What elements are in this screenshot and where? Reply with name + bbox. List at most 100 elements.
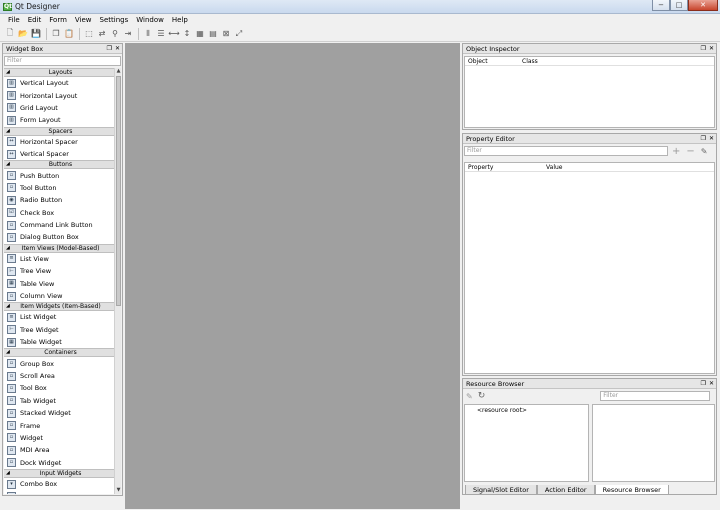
widget-item-column-view[interactable]: ▫ Column View [4, 290, 117, 302]
widget-category-layouts[interactable]: ◢ Layouts [4, 68, 117, 77]
close-icon[interactable]: ✕ [709, 44, 714, 54]
resource-root-item[interactable]: <resource root> [477, 407, 527, 414]
col-property[interactable]: Property [465, 163, 543, 171]
widget-item-command-link-button[interactable]: ▫ Command Link Button [4, 219, 117, 231]
widget-item-list-widget[interactable]: ≡ List Widget [4, 311, 117, 323]
widget-category-spacers[interactable]: ◢ Spacers [4, 126, 117, 136]
widget-item-form-layout[interactable]: ▥ Form Layout [4, 114, 117, 126]
layout-vertical-icon[interactable]: ☰ [155, 28, 167, 40]
widget-item-vertical-spacer[interactable]: ↔ Vertical Spacer [4, 148, 117, 160]
widget-item-scroll-area[interactable]: ▫ Scroll Area [4, 370, 117, 382]
float-icon[interactable]: ❐ [701, 134, 706, 144]
property-filter-input[interactable]: Filter [464, 146, 668, 156]
menu-settings[interactable]: Settings [96, 14, 133, 26]
close-button[interactable]: ✕ [688, 0, 718, 11]
collapse-arrow-icon[interactable]: ◢ [6, 128, 10, 135]
widget-item-push-button[interactable]: ▫ Push Button [4, 169, 117, 181]
widget-item-tree-view[interactable]: ⊢ Tree View [4, 265, 117, 277]
menu-view[interactable]: View [71, 14, 96, 26]
maximize-button[interactable]: □ [670, 0, 688, 11]
float-icon[interactable]: ❐ [701, 44, 706, 54]
collapse-arrow-icon[interactable]: ◢ [6, 245, 10, 252]
widget-item-tree-widget[interactable]: ⊢ Tree Widget [4, 324, 117, 336]
widget-item-combo-box[interactable]: ▾ Combo Box [4, 478, 117, 490]
resource-tree[interactable]: <resource root> [464, 404, 590, 482]
collapse-arrow-icon[interactable]: ◢ [6, 349, 10, 356]
open-form-icon[interactable]: 📂 [17, 28, 29, 40]
float-icon[interactable]: ❐ [701, 379, 706, 389]
layout-form-icon[interactable]: ▤ [207, 28, 219, 40]
edit-widgets-icon[interactable]: ⬚ [83, 28, 95, 40]
widget-box-filter-input[interactable]: Filter [4, 56, 121, 66]
widget-item-tab-widget[interactable]: ▫ Tab Widget [4, 395, 117, 407]
break-layout-icon[interactable]: ⊠ [220, 28, 232, 40]
mdi-central-area[interactable] [125, 43, 460, 509]
widget-item-horizontal-spacer[interactable]: ↔ Horizontal Spacer [4, 136, 117, 148]
widget-item-check-box[interactable]: ☑ Check Box [4, 207, 117, 219]
widget-category-containers[interactable]: ◢ Containers [4, 348, 117, 358]
configure-icon[interactable]: ✎ [701, 147, 708, 156]
widget-category-input-widgets[interactable]: ◢ Input Widgets [4, 468, 117, 478]
widget-item-list-view[interactable]: ≡ List View [4, 253, 117, 265]
adjust-size-icon[interactable]: ⤢ [233, 28, 245, 40]
edit-resources-icon[interactable]: ✎ [466, 392, 473, 401]
close-icon[interactable]: ✕ [115, 44, 120, 54]
new-form-icon[interactable]: 🗋 [4, 28, 16, 40]
menu-edit[interactable]: Edit [24, 14, 46, 26]
widget-item-stacked-widget[interactable]: ▫ Stacked Widget [4, 407, 117, 419]
add-property-icon[interactable]: + [672, 146, 680, 157]
object-inspector-tree[interactable]: Object Class [464, 56, 715, 128]
close-icon[interactable]: ✕ [709, 379, 714, 389]
collapse-arrow-icon[interactable]: ◢ [6, 69, 10, 76]
widget-item-radio-button[interactable]: ◉ Radio Button [4, 194, 117, 206]
widget-category-item-widgets-item-based[interactable]: ◢ Item Widgets (Item-Based) [4, 302, 117, 312]
collapse-arrow-icon[interactable]: ◢ [6, 303, 10, 310]
remove-property-icon[interactable]: − [686, 146, 694, 157]
edit-buddies-icon[interactable]: ⚲ [109, 28, 121, 40]
widget-item-vertical-layout[interactable]: ▥ Vertical Layout [4, 77, 117, 89]
widget-item-tool-button[interactable]: ▫ Tool Button [4, 182, 117, 194]
widget-item-table-widget[interactable]: ▦ Table Widget [4, 336, 117, 348]
paste-icon[interactable]: 📋 [63, 28, 75, 40]
widget-item-widget[interactable]: ▫ Widget [4, 432, 117, 444]
close-icon[interactable]: ✕ [709, 134, 714, 144]
property-table[interactable]: Property Value [464, 162, 715, 374]
widget-item-font-combo-box[interactable]: ▾ Font Combo Box [4, 490, 117, 494]
col-class[interactable]: Class [519, 57, 538, 65]
widget-category-item-views-model-based[interactable]: ◢ Item Views (Model-Based) [4, 243, 117, 253]
widget-item-table-view[interactable]: ▦ Table View [4, 277, 117, 289]
scroll-thumb[interactable] [116, 76, 121, 306]
layout-horizontal-splitter-icon[interactable]: ⟷ [168, 28, 180, 40]
copy-icon[interactable]: ❐ [50, 28, 62, 40]
widget-item-dialog-button-box[interactable]: ▫ Dialog Button Box [4, 231, 117, 243]
menu-window[interactable]: Window [132, 14, 168, 26]
widget-item-grid-layout[interactable]: ▥ Grid Layout [4, 102, 117, 114]
scroll-up-icon[interactable]: ▲ [115, 68, 122, 75]
menu-help[interactable]: Help [168, 14, 192, 26]
save-form-icon[interactable]: 💾 [30, 28, 42, 40]
minimize-button[interactable]: − [652, 0, 670, 11]
tab-action-editor[interactable]: Action Editor [536, 485, 595, 495]
layout-horizontal-icon[interactable]: ⦀ [142, 28, 154, 40]
layout-vertical-splitter-icon[interactable]: ↕ [181, 28, 193, 40]
tab-resource-browser[interactable]: Resource Browser [594, 485, 669, 495]
widget-item-dock-widget[interactable]: ▫ Dock Widget [4, 457, 117, 469]
menu-form[interactable]: Form [45, 14, 71, 26]
scroll-down-icon[interactable]: ▼ [115, 487, 122, 494]
reload-icon[interactable]: ↻ [478, 391, 486, 401]
tab-signal-slot-editor[interactable]: Signal/Slot Editor [465, 485, 537, 495]
widget-item-horizontal-layout[interactable]: ▥ Horizontal Layout [4, 89, 117, 101]
menu-file[interactable]: File [4, 14, 24, 26]
resource-file-list[interactable] [592, 404, 715, 482]
col-object[interactable]: Object [465, 57, 519, 65]
float-icon[interactable]: ❐ [107, 44, 112, 54]
collapse-arrow-icon[interactable]: ◢ [6, 470, 10, 477]
widget-item-frame[interactable]: ▫ Frame [4, 419, 117, 431]
edit-signals-icon[interactable]: ⇄ [96, 28, 108, 40]
widget-category-buttons[interactable]: ◢ Buttons [4, 160, 117, 170]
widget-item-group-box[interactable]: ▫ Group Box [4, 357, 117, 369]
resource-filter-input[interactable]: Filter [600, 391, 711, 401]
edit-tab-order-icon[interactable]: ⇥ [122, 28, 134, 40]
widget-box-scrollbar[interactable]: ▲ ▼ [114, 68, 121, 494]
collapse-arrow-icon[interactable]: ◢ [6, 161, 10, 168]
